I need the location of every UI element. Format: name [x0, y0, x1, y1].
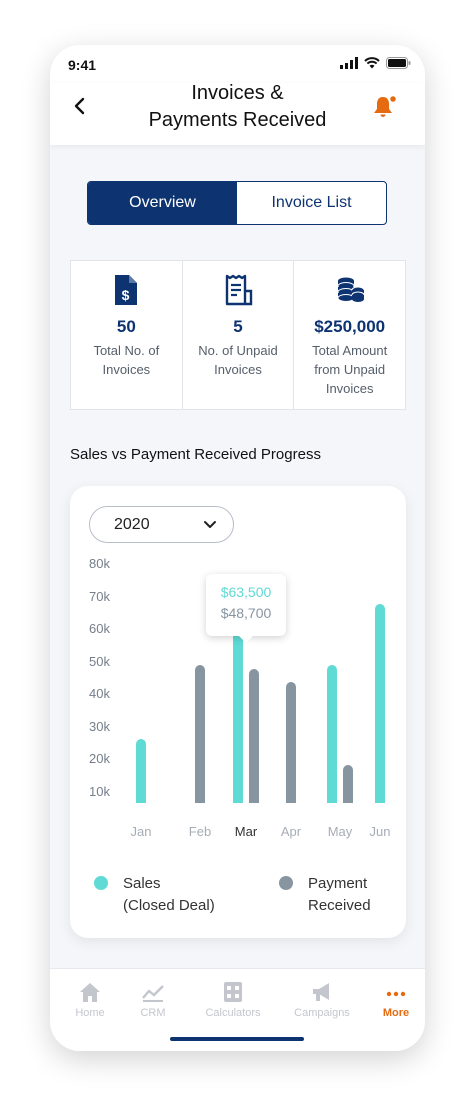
bar-payment[interactable] — [249, 669, 259, 803]
home-indicator — [170, 1037, 304, 1041]
stat-total-invoices: $ 50 Total No. of Invoices — [71, 261, 182, 409]
legend-payment-sublabel: Received — [308, 897, 371, 914]
stat-unpaid-amount: $250,000 Total Amount from Unpaid Invoic… — [293, 261, 405, 409]
stat-value: $250,000 — [314, 317, 386, 336]
bar-sales[interactable] — [233, 619, 243, 803]
stat-value: 50 — [116, 317, 136, 336]
tab-label: Home — [75, 1007, 105, 1019]
page-title-line2: Payments Received — [148, 109, 327, 131]
tab-overview[interactable]: Overview — [88, 182, 237, 224]
status-icons — [340, 57, 411, 69]
wifi-icon — [364, 57, 380, 69]
coin-stack-icon — [337, 277, 365, 302]
bar-payment[interactable] — [286, 681, 296, 803]
x-tick-label: Feb — [188, 824, 212, 839]
tab-label: Calculators — [205, 1007, 261, 1019]
tooltip-payment-value: $48,700 — [220, 605, 272, 621]
tab-invoice-list[interactable]: Invoice List — [237, 182, 386, 224]
bar-sales[interactable] — [375, 604, 385, 803]
stat-label: Total No. of Invoices — [93, 343, 160, 377]
x-tick-label: Jan — [130, 824, 152, 839]
year-value: 2020 — [114, 515, 150, 533]
signal-icon — [340, 57, 358, 69]
tab-calculators[interactable]: Calculators — [193, 981, 273, 1019]
battery-icon — [386, 57, 411, 69]
section-title: Sales vs Payment Received Progress — [70, 446, 321, 463]
chevron-left-icon — [74, 97, 85, 115]
calculator-icon — [224, 982, 242, 1002]
x-tick-label: Jun — [369, 824, 391, 839]
stat-unpaid-invoices: 5 No. of Unpaid Invoices — [181, 261, 294, 409]
tab-label: Campaigns — [294, 1007, 350, 1019]
y-tick-label: 20k — [89, 751, 110, 766]
status-bar: 9:41 — [50, 45, 425, 83]
stats-panel: $ 50 Total No. of Invoices 5 No. of Unpa… — [70, 260, 406, 410]
stat-value: 5 — [233, 317, 243, 336]
tab-label: More — [382, 1007, 410, 1019]
chevron-down-icon — [204, 520, 216, 528]
chart-card: 2020 Sales (Closed Deal) Payment Receive… — [70, 486, 406, 938]
x-tick-label: Apr — [280, 824, 302, 839]
stat-label: Total Amount from Unpaid Invoices — [312, 343, 388, 396]
bar-payment[interactable] — [195, 664, 205, 803]
tab-label: CRM — [140, 1007, 166, 1019]
legend-payment: Payment Received — [279, 873, 371, 917]
svg-text:$: $ — [122, 287, 130, 303]
bar-sales[interactable] — [327, 664, 337, 803]
more-dots-icon — [386, 991, 406, 997]
y-tick-label: 40k — [89, 686, 110, 701]
x-tick-label: May — [327, 824, 353, 839]
bar-sales[interactable] — [136, 738, 146, 803]
app-header: Invoices & Payments Received — [50, 80, 425, 145]
y-tick-label: 30k — [89, 718, 110, 734]
megaphone-icon — [313, 983, 329, 1001]
dollar-document-icon: $ — [115, 275, 138, 305]
legend-sales-label: Sales — [123, 875, 161, 892]
receipt-icon — [225, 274, 253, 306]
year-dropdown[interactable]: 2020 — [89, 506, 234, 543]
tab-home[interactable]: Home — [60, 981, 120, 1019]
y-tick-label: 80k — [89, 556, 110, 571]
page-title: Invoices & Payments Received — [120, 80, 355, 134]
legend-sales-swatch — [94, 876, 108, 890]
tab-crm[interactable]: CRM — [123, 981, 183, 1019]
bar-payment[interactable] — [343, 765, 353, 803]
phone-frame: 9:41 Invoices & Payments Received Overvi… — [50, 45, 425, 1051]
notification-button[interactable] — [371, 93, 399, 126]
bell-icon — [374, 94, 398, 117]
y-tick-label: 50k — [89, 653, 110, 669]
legend-sales: Sales (Closed Deal) — [94, 873, 215, 917]
y-tick-label: 60k — [89, 621, 110, 636]
stat-label: No. of Unpaid Invoices — [198, 343, 278, 377]
home-icon — [80, 983, 100, 1002]
view-toggle: Overview Invoice List — [87, 181, 387, 225]
back-button[interactable] — [72, 95, 88, 121]
tooltip-sales-value: $63,500 — [220, 584, 272, 600]
legend-sales-sublabel: (Closed Deal) — [123, 897, 215, 914]
tab-campaigns[interactable]: Campaigns — [283, 981, 361, 1019]
y-tick-label: 10k — [89, 783, 110, 799]
legend-payment-swatch — [279, 876, 293, 890]
chart-tooltip: $63,500 $48,700 — [206, 574, 286, 643]
status-time: 9:41 — [68, 57, 97, 73]
x-tick-label: Mar — [234, 824, 258, 839]
y-tick-label: 70k — [89, 588, 110, 604]
page-title-line1: Invoices & — [191, 82, 284, 104]
tab-more[interactable]: More — [366, 981, 425, 1019]
legend-payment-label: Payment — [308, 875, 368, 892]
chart-line-icon — [142, 985, 164, 1002]
